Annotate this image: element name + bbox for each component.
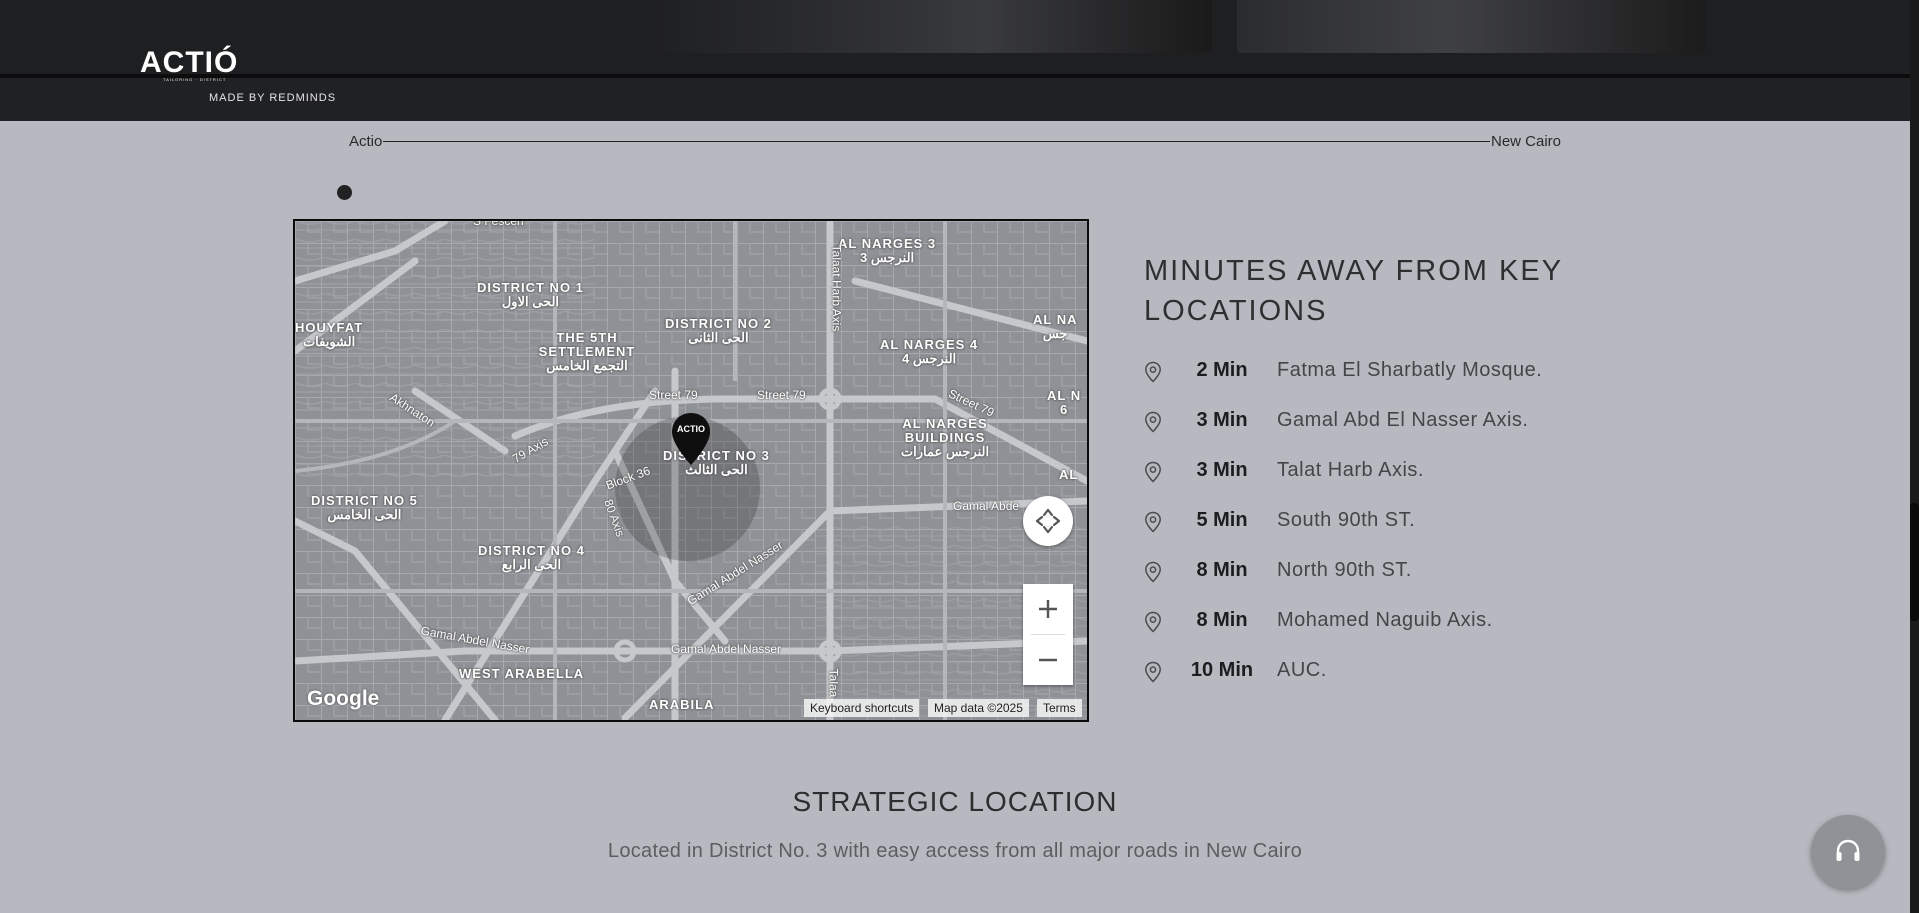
made-by-label[interactable]: MADE BY REDMINDS bbox=[209, 92, 336, 104]
destination-name: North 90th ST. bbox=[1277, 559, 1412, 581]
map-label-houyfat: HOUYFAT الشويفات bbox=[295, 320, 364, 349]
road-label-street79-b: Street 79 bbox=[757, 388, 806, 402]
road-label-talaat-bottom: Talaa bbox=[826, 668, 841, 698]
google-logo[interactable]: Google bbox=[307, 687, 379, 711]
location-row: 8 Min Mohamed Naguib Axis. bbox=[1144, 607, 1624, 637]
location-row: 3 Min Gamal Abd El Nasser Axis. bbox=[1144, 407, 1624, 437]
travel-time: 10 Min bbox=[1190, 659, 1254, 681]
pan-arrows-icon bbox=[1035, 508, 1061, 534]
destination-name: AUC. bbox=[1277, 659, 1327, 681]
google-map[interactable]: S Fescen DISTRICT NO 1 الحى الاول THE 5TH… bbox=[293, 219, 1089, 722]
marker-label: ACTIO bbox=[677, 424, 705, 434]
map-label-district4: DISTRICT NO 4 الحى الرابع bbox=[478, 543, 585, 572]
header-bar bbox=[0, 0, 1910, 75]
site-logo[interactable]: ACTIÓ bbox=[140, 46, 238, 80]
zoom-controls bbox=[1023, 584, 1073, 685]
travel-time: 3 Min bbox=[1196, 409, 1248, 431]
destination-name: Mohamed Naguib Axis. bbox=[1277, 609, 1493, 631]
marker-pin-icon bbox=[672, 413, 710, 465]
map-label-west-arabella: WEST ARABELLA bbox=[459, 666, 585, 681]
road-label-gamal-4: Gamal Abde bbox=[953, 499, 1020, 513]
map-label-district1: DISTRICT NO 1 الحى الاول bbox=[477, 280, 584, 309]
travel-time: 8 Min bbox=[1196, 609, 1248, 631]
minus-icon bbox=[1039, 658, 1057, 662]
map-label-narges4: AL NARGES 4 النرجس 4 bbox=[880, 337, 979, 366]
route-dot bbox=[337, 185, 352, 200]
support-button[interactable] bbox=[1811, 815, 1885, 889]
map-label-fifth-settlement: THE 5TH SETTLEMENT التجمع الخامس bbox=[538, 330, 636, 373]
map-label-top: S Fescen bbox=[473, 219, 524, 228]
map-label-al-na: AL NA جس bbox=[1033, 312, 1078, 341]
map-label-narges3: AL NARGES 3 النرجس 3 bbox=[838, 236, 937, 265]
map-pin-icon bbox=[1145, 411, 1161, 433]
destination-name: Talat Harb Axis. bbox=[1277, 459, 1424, 481]
travel-time: 5 Min bbox=[1196, 509, 1248, 531]
zoom-out-button[interactable] bbox=[1023, 635, 1073, 685]
location-row: 10 Min AUC. bbox=[1144, 657, 1624, 687]
travel-time: 8 Min bbox=[1196, 559, 1248, 581]
section-subtitle: Located in District No. 3 with easy acce… bbox=[607, 840, 1303, 862]
location-row: 2 Min Fatma El Sharbatly Mosque. bbox=[1144, 357, 1624, 387]
scrollbar-thumb[interactable] bbox=[1910, 503, 1919, 621]
map-pin-icon bbox=[1145, 611, 1161, 633]
plus-icon bbox=[1039, 600, 1057, 618]
keyboard-shortcuts-link[interactable]: Keyboard shortcuts bbox=[804, 699, 920, 717]
terms-link[interactable]: Terms bbox=[1037, 699, 1082, 717]
map-label-arabila: ARABILA bbox=[649, 697, 715, 712]
road-label-talaat: Talaat Harb Axis bbox=[829, 244, 844, 332]
road-label-gamal-3: Gamal Abdel Nasser bbox=[671, 642, 782, 656]
location-row: 3 Min Talat Harb Axis. bbox=[1144, 457, 1624, 487]
map-pin-icon bbox=[1145, 561, 1161, 583]
headset-icon bbox=[1836, 839, 1860, 861]
pan-control-button[interactable] bbox=[1023, 496, 1073, 546]
header-image-right bbox=[1237, 0, 1705, 53]
map-label-district5: DISTRICT NO 5 الحى الخامس bbox=[311, 493, 418, 522]
map-label-al: AL bbox=[1059, 467, 1079, 482]
travel-time: 3 Min bbox=[1196, 459, 1248, 481]
section-title: STRATEGIC LOCATION bbox=[792, 786, 1118, 817]
panel-title: MINUTES AWAY FROM KEY LOCATIONS bbox=[1144, 255, 1563, 327]
location-row: 8 Min North 90th ST. bbox=[1144, 557, 1624, 587]
road-label-street79-a: Street 79 bbox=[649, 388, 698, 402]
destination-name: South 90th ST. bbox=[1277, 509, 1416, 531]
destination-name: Gamal Abd El Nasser Axis. bbox=[1277, 409, 1529, 431]
map-label-district2: DISTRICT NO 2 الحى الثانى bbox=[665, 316, 772, 345]
map-label-al-n: AL N6 bbox=[1047, 388, 1082, 417]
map-pin-icon bbox=[1145, 361, 1161, 383]
travel-time: 2 Min bbox=[1196, 359, 1248, 381]
route-start-label: Actio bbox=[349, 133, 383, 150]
header-image-left bbox=[640, 0, 1212, 53]
location-row: 5 Min South 90th ST. bbox=[1144, 507, 1624, 537]
map-pin-icon bbox=[1145, 511, 1161, 533]
logo-tagline: TAILORING · DISTRICT bbox=[163, 77, 227, 82]
location-marker[interactable]: ACTIO bbox=[670, 411, 712, 467]
map-pin-icon bbox=[1145, 461, 1161, 483]
destination-name: Fatma El Sharbatly Mosque. bbox=[1277, 359, 1543, 381]
map-pin-icon bbox=[1145, 661, 1161, 683]
map-data-label: Map data ©2025 bbox=[928, 699, 1029, 717]
route-line bbox=[383, 141, 1490, 142]
zoom-in-button[interactable] bbox=[1023, 584, 1073, 634]
page-scrollbar[interactable] bbox=[1910, 0, 1919, 913]
map-label-narges-buildings: AL NARGES BUILDINGS النرجس عمارات bbox=[900, 416, 990, 459]
route-end-label: New Cairo bbox=[1491, 133, 1562, 150]
